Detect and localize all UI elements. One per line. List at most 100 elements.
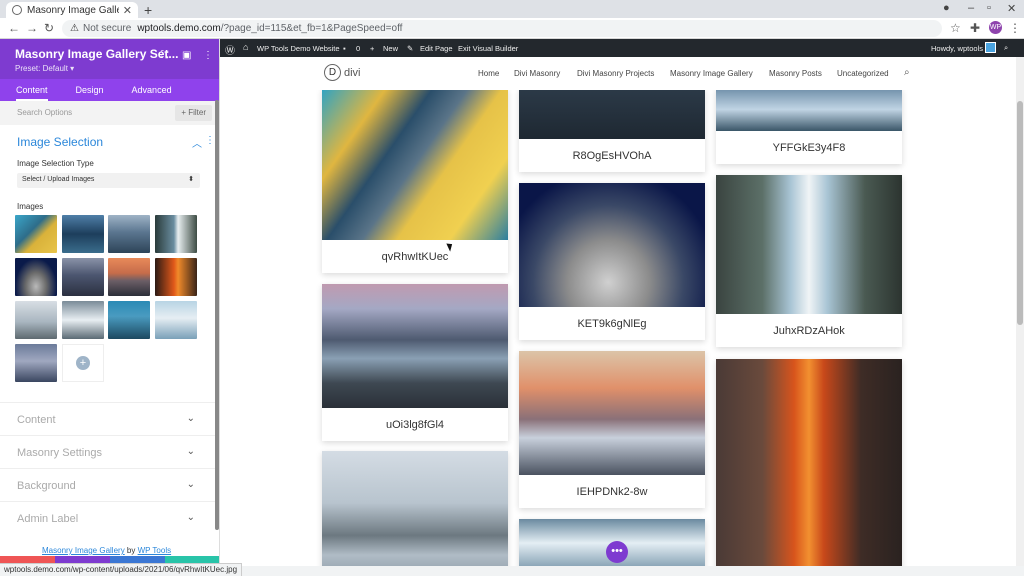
scrollbar-thumb[interactable] bbox=[1017, 101, 1023, 325]
menu-icon[interactable]: ⋮ bbox=[1009, 21, 1021, 35]
url-path: /?page_id=115&et_fb=1&PageSpeed=off bbox=[220, 23, 403, 34]
credit-author-link[interactable]: WP Tools bbox=[138, 546, 172, 555]
builder-settings-button[interactable]: ••• bbox=[606, 541, 628, 563]
image-caption: IEHPDNk2-8w bbox=[576, 485, 648, 498]
logo-text: divi bbox=[344, 66, 361, 79]
profile-avatar[interactable]: WP bbox=[989, 21, 1002, 34]
menu-item-divi-masonry[interactable]: Divi Masonry bbox=[514, 69, 560, 78]
search-icon[interactable]: ⌕ bbox=[1004, 43, 1008, 53]
search-options-input[interactable]: Search Options bbox=[17, 108, 72, 117]
back-icon[interactable]: ← bbox=[8, 21, 20, 35]
thumbnail[interactable] bbox=[108, 258, 150, 296]
avatar[interactable] bbox=[985, 42, 996, 53]
howdy-link[interactable]: Howdy, wptools bbox=[931, 44, 983, 53]
more-icon[interactable]: ⋮ bbox=[203, 50, 213, 61]
gallery-item[interactable]: qvRhwItKUec bbox=[322, 90, 508, 273]
tab-advanced[interactable]: Advanced bbox=[132, 79, 172, 101]
gallery-item[interactable]: R8OgEsHVOhA bbox=[519, 90, 705, 172]
new-tab-icon[interactable]: + bbox=[144, 2, 152, 18]
gallery-item[interactable]: IEHPDNk2-8w bbox=[519, 351, 705, 508]
comments-icon[interactable]: ▪ bbox=[343, 44, 346, 53]
reload-icon[interactable]: ↻ bbox=[44, 21, 54, 35]
minimize-icon[interactable]: ● bbox=[943, 2, 950, 14]
panel-header: Masonry Image Gallery Set... Preset: Def… bbox=[0, 39, 219, 79]
thumbnail[interactable] bbox=[15, 301, 57, 339]
gallery-item[interactable] bbox=[322, 451, 508, 566]
menu-item-divi-masonry-projects[interactable]: Divi Masonry Projects bbox=[577, 69, 654, 78]
thumbnail[interactable] bbox=[62, 301, 104, 339]
gallery-image bbox=[716, 175, 902, 314]
maximize-icon[interactable]: – bbox=[968, 2, 974, 14]
expand-icon[interactable]: ⛶ bbox=[161, 50, 168, 61]
tab-title: Masonry Image Gallery | W bbox=[27, 4, 119, 16]
gallery-item[interactable]: KET9k6gNlEg bbox=[519, 183, 705, 340]
page-scrollbar[interactable] bbox=[1016, 57, 1024, 566]
section-label: Masonry Settings bbox=[17, 447, 102, 459]
browser-tab[interactable]: Masonry Image Gallery | W ✕ bbox=[6, 2, 138, 18]
gallery-item[interactable]: uOi3lg8fGl4 bbox=[322, 284, 508, 441]
section-admin-label[interactable]: Admin Label ⌄ bbox=[0, 501, 215, 534]
image-caption: R8OgEsHVOhA bbox=[572, 149, 652, 162]
gallery-image bbox=[716, 90, 902, 131]
tab-design[interactable]: Design bbox=[76, 79, 104, 101]
add-image-button[interactable]: + bbox=[62, 344, 104, 382]
thumbnail[interactable] bbox=[155, 215, 197, 253]
selection-type-label: Image Selection Type bbox=[17, 159, 94, 168]
close-tab-icon[interactable]: ✕ bbox=[123, 4, 132, 17]
image-caption: KET9k6gNlEg bbox=[577, 317, 647, 330]
section-image-selection[interactable]: Image Selection bbox=[17, 135, 103, 149]
pencil-icon: ✎ bbox=[407, 44, 414, 53]
thumbnail[interactable] bbox=[62, 215, 104, 253]
section-more-icon[interactable]: ⋮ bbox=[205, 135, 215, 146]
section-background[interactable]: Background ⌄ bbox=[0, 468, 215, 501]
layout-icon[interactable]: ▣ bbox=[182, 50, 191, 61]
search-icon[interactable]: ⌕ bbox=[904, 67, 910, 78]
filter-button[interactable]: + Filter bbox=[175, 105, 212, 121]
star-icon[interactable]: ☆ bbox=[950, 21, 961, 35]
address-bar[interactable]: ⚠ Not secure wptools.demo.com /?page_id=… bbox=[62, 20, 942, 37]
gallery-image bbox=[519, 351, 705, 475]
credit-link[interactable]: Masonry Image Gallery bbox=[42, 546, 125, 555]
site-name-link[interactable]: WP Tools Demo Website bbox=[257, 44, 340, 53]
gallery-item[interactable]: YFFGkE3y4F8 bbox=[716, 90, 902, 164]
edit-page-link[interactable]: Edit Page bbox=[420, 44, 453, 53]
image-caption: uOi3lg8fGl4 bbox=[385, 418, 445, 431]
chevron-up-icon[interactable]: ︿ bbox=[192, 135, 202, 150]
section-content[interactable]: Content ⌄ bbox=[0, 402, 215, 435]
gallery-item[interactable]: JuhxRDzAHok bbox=[716, 175, 902, 347]
selection-type-select[interactable]: Select / Upload Images ⬍ bbox=[17, 173, 200, 188]
thumbnail[interactable] bbox=[108, 215, 150, 253]
selection-type-value: Select / Upload Images bbox=[22, 176, 95, 183]
thumbnail[interactable] bbox=[155, 301, 197, 339]
thumbnail[interactable] bbox=[155, 258, 197, 296]
select-arrows-icon: ⬍ bbox=[188, 176, 194, 183]
forward-icon[interactable]: → bbox=[26, 21, 38, 35]
status-bar: wptools.demo.com/wp-content/uploads/2021… bbox=[0, 563, 243, 576]
masonry-gallery: qvRhwItKUec uOi3lg8fGl4 R8OgEsHVOhA KET9… bbox=[220, 90, 1016, 566]
tab-content[interactable]: Content bbox=[16, 79, 48, 101]
restore-icon[interactable]: ▫ bbox=[987, 2, 991, 14]
new-link[interactable]: New bbox=[383, 44, 398, 53]
panel-scrollbar[interactable] bbox=[215, 100, 219, 530]
menu-item-masonry-image-gallery[interactable]: Masonry Image Gallery bbox=[670, 69, 753, 78]
wordpress-icon[interactable]: Ⓦ bbox=[225, 42, 235, 57]
exit-builder-link[interactable]: Exit Visual Builder bbox=[458, 44, 518, 53]
preset-selector[interactable]: Preset: Default ▾ bbox=[15, 64, 219, 73]
menu-item-home[interactable]: Home bbox=[478, 69, 499, 78]
image-caption: YFFGkE3y4F8 bbox=[772, 141, 846, 154]
site-logo[interactable]: D divi bbox=[324, 64, 361, 81]
plus-icon: + bbox=[76, 356, 90, 370]
close-window-icon[interactable]: ✕ bbox=[1007, 2, 1016, 15]
thumbnail[interactable] bbox=[62, 258, 104, 296]
menu-item-uncategorized[interactable]: Uncategorized bbox=[837, 69, 889, 78]
thumbnail[interactable] bbox=[108, 301, 150, 339]
extensions-icon[interactable]: ✚ bbox=[970, 21, 980, 35]
thumbnail[interactable] bbox=[15, 344, 57, 382]
menu-item-masonry-posts[interactable]: Masonry Posts bbox=[769, 69, 822, 78]
credit-by: by bbox=[124, 546, 138, 555]
thumbnail[interactable] bbox=[15, 258, 57, 296]
thumbnail[interactable] bbox=[15, 215, 57, 253]
search-options-row: Search Options + Filter bbox=[0, 101, 219, 125]
gallery-item[interactable] bbox=[716, 359, 902, 566]
section-masonry-settings[interactable]: Masonry Settings ⌄ bbox=[0, 435, 215, 468]
